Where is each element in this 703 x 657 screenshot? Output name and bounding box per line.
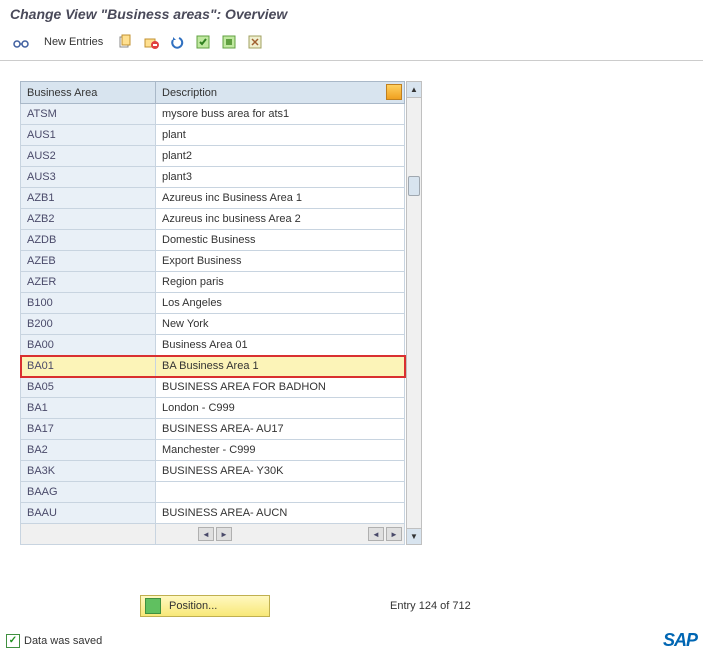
new-entries-button[interactable]: New Entries [38, 32, 109, 52]
copy-icon[interactable] [115, 32, 135, 52]
code-cell[interactable]: BA00 [21, 335, 156, 356]
code-cell[interactable]: AUS1 [21, 125, 156, 146]
table-row[interactable]: B100Los Angeles [21, 293, 405, 314]
desc-cell[interactable]: BUSINESS AREA- AUCN [156, 503, 405, 524]
table-row[interactable]: AZERRegion paris [21, 272, 405, 293]
desc-cell[interactable]: plant3 [156, 167, 405, 188]
hscroll-right-icon[interactable]: ► [216, 527, 232, 541]
table-row[interactable]: AUS1plant [21, 125, 405, 146]
table-row[interactable]: BA01BA Business Area 1 [21, 356, 405, 377]
desc-cell[interactable]: plant2 [156, 146, 405, 167]
table-row[interactable]: BA2Manchester - C999 [21, 440, 405, 461]
desc-cell[interactable]: Los Angeles [156, 293, 405, 314]
table-row[interactable]: AZB1Azureus inc Business Area 1 [21, 188, 405, 209]
code-cell[interactable]: BAAU [21, 503, 156, 524]
scroll-down-icon[interactable]: ▼ [407, 528, 421, 544]
desc-cell[interactable]: BA Business Area 1 [156, 356, 405, 377]
table-row[interactable]: BA17BUSINESS AREA- AU17 [21, 419, 405, 440]
table-row[interactable]: AZDBDomestic Business [21, 230, 405, 251]
code-cell[interactable]: AZEB [21, 251, 156, 272]
status-bar: ✓ Data was saved SAP [6, 630, 697, 651]
desc-cell[interactable]: New York [156, 314, 405, 335]
code-cell[interactable]: AZDB [21, 230, 156, 251]
hscroll-left2-icon[interactable]: ◄ [368, 527, 384, 541]
code-cell[interactable]: BA2 [21, 440, 156, 461]
content-area: Business Area Description ATSMmysore bus… [0, 61, 703, 617]
code-cell[interactable]: ATSM [21, 104, 156, 125]
code-cell[interactable]: BAAG [21, 482, 156, 503]
desc-cell[interactable]: Export Business [156, 251, 405, 272]
code-cell[interactable]: BA05 [21, 377, 156, 398]
desc-cell[interactable]: BUSINESS AREA- AU17 [156, 419, 405, 440]
desc-cell[interactable]: BUSINESS AREA FOR BADHON [156, 377, 405, 398]
desc-cell[interactable]: BUSINESS AREA- Y30K [156, 461, 405, 482]
code-cell[interactable]: BA17 [21, 419, 156, 440]
table-row[interactable]: BA1London - C999 [21, 398, 405, 419]
select-block-icon[interactable] [219, 32, 239, 52]
col-header-desc-label: Description [162, 87, 217, 99]
hscroll-left-icon[interactable]: ◄ [198, 527, 214, 541]
desc-cell[interactable]: Business Area 01 [156, 335, 405, 356]
desc-cell[interactable]: Region paris [156, 272, 405, 293]
code-cell[interactable]: AZB2 [21, 209, 156, 230]
code-cell[interactable]: AZER [21, 272, 156, 293]
code-cell[interactable]: B100 [21, 293, 156, 314]
hscroll-row: ◄ ► ◄ ► [21, 524, 405, 545]
code-cell[interactable]: AUS3 [21, 167, 156, 188]
code-cell[interactable]: AUS2 [21, 146, 156, 167]
select-all-icon[interactable] [193, 32, 213, 52]
desc-cell[interactable]: Azureus inc Business Area 1 [156, 188, 405, 209]
position-label: Position... [169, 600, 217, 612]
desc-cell[interactable] [156, 482, 405, 503]
bottom-bar: Position... Entry 124 of 712 [20, 595, 703, 617]
code-cell[interactable]: B200 [21, 314, 156, 335]
desc-cell[interactable]: Azureus inc business Area 2 [156, 209, 405, 230]
table-row[interactable]: B200New York [21, 314, 405, 335]
scroll-track[interactable] [407, 98, 421, 528]
col-header-code[interactable]: Business Area [21, 82, 156, 104]
business-area-table: Business Area Description ATSMmysore bus… [20, 81, 405, 545]
table-row[interactable]: BAAG [21, 482, 405, 503]
code-cell[interactable]: BA01 [21, 356, 156, 377]
desc-cell[interactable]: Manchester - C999 [156, 440, 405, 461]
glasses-icon[interactable] [10, 32, 32, 52]
status-left: ✓ Data was saved [6, 634, 102, 648]
table-row[interactable]: AZB2Azureus inc business Area 2 [21, 209, 405, 230]
sap-logo: SAP [663, 630, 697, 651]
undo-icon[interactable] [167, 32, 187, 52]
scroll-thumb[interactable] [408, 176, 420, 196]
deselect-all-icon[interactable] [245, 32, 265, 52]
configure-columns-icon[interactable] [386, 84, 402, 100]
page-title: Change View "Business areas": Overview [0, 0, 703, 28]
success-check-icon: ✓ [6, 634, 20, 648]
hscroll-right2-icon[interactable]: ► [386, 527, 402, 541]
desc-cell[interactable]: plant [156, 125, 405, 146]
col-header-desc[interactable]: Description [156, 82, 405, 104]
table-row[interactable]: ATSMmysore buss area for ats1 [21, 104, 405, 125]
code-cell[interactable]: BA3K [21, 461, 156, 482]
scroll-up-icon[interactable]: ▲ [407, 82, 421, 98]
desc-cell[interactable]: London - C999 [156, 398, 405, 419]
table-row[interactable]: BA00Business Area 01 [21, 335, 405, 356]
desc-cell[interactable]: mysore buss area for ats1 [156, 104, 405, 125]
code-cell[interactable]: AZB1 [21, 188, 156, 209]
table-wrap: Business Area Description ATSMmysore bus… [20, 81, 405, 545]
position-icon [145, 598, 161, 614]
code-cell[interactable]: BA1 [21, 398, 156, 419]
position-button[interactable]: Position... [140, 595, 270, 617]
desc-cell[interactable]: Domestic Business [156, 230, 405, 251]
vertical-scrollbar[interactable]: ▲ ▼ [406, 81, 422, 545]
table-row[interactable]: BA3KBUSINESS AREA- Y30K [21, 461, 405, 482]
table-row[interactable]: AZEBExport Business [21, 251, 405, 272]
delete-icon[interactable] [141, 32, 161, 52]
status-text: Data was saved [24, 635, 102, 647]
table-row[interactable]: BAAUBUSINESS AREA- AUCN [21, 503, 405, 524]
entry-count-text: Entry 124 of 712 [390, 600, 471, 612]
table-row[interactable]: BA05BUSINESS AREA FOR BADHON [21, 377, 405, 398]
toolbar: New Entries [0, 28, 703, 61]
table-row[interactable]: AUS3plant3 [21, 167, 405, 188]
table-row[interactable]: AUS2plant2 [21, 146, 405, 167]
